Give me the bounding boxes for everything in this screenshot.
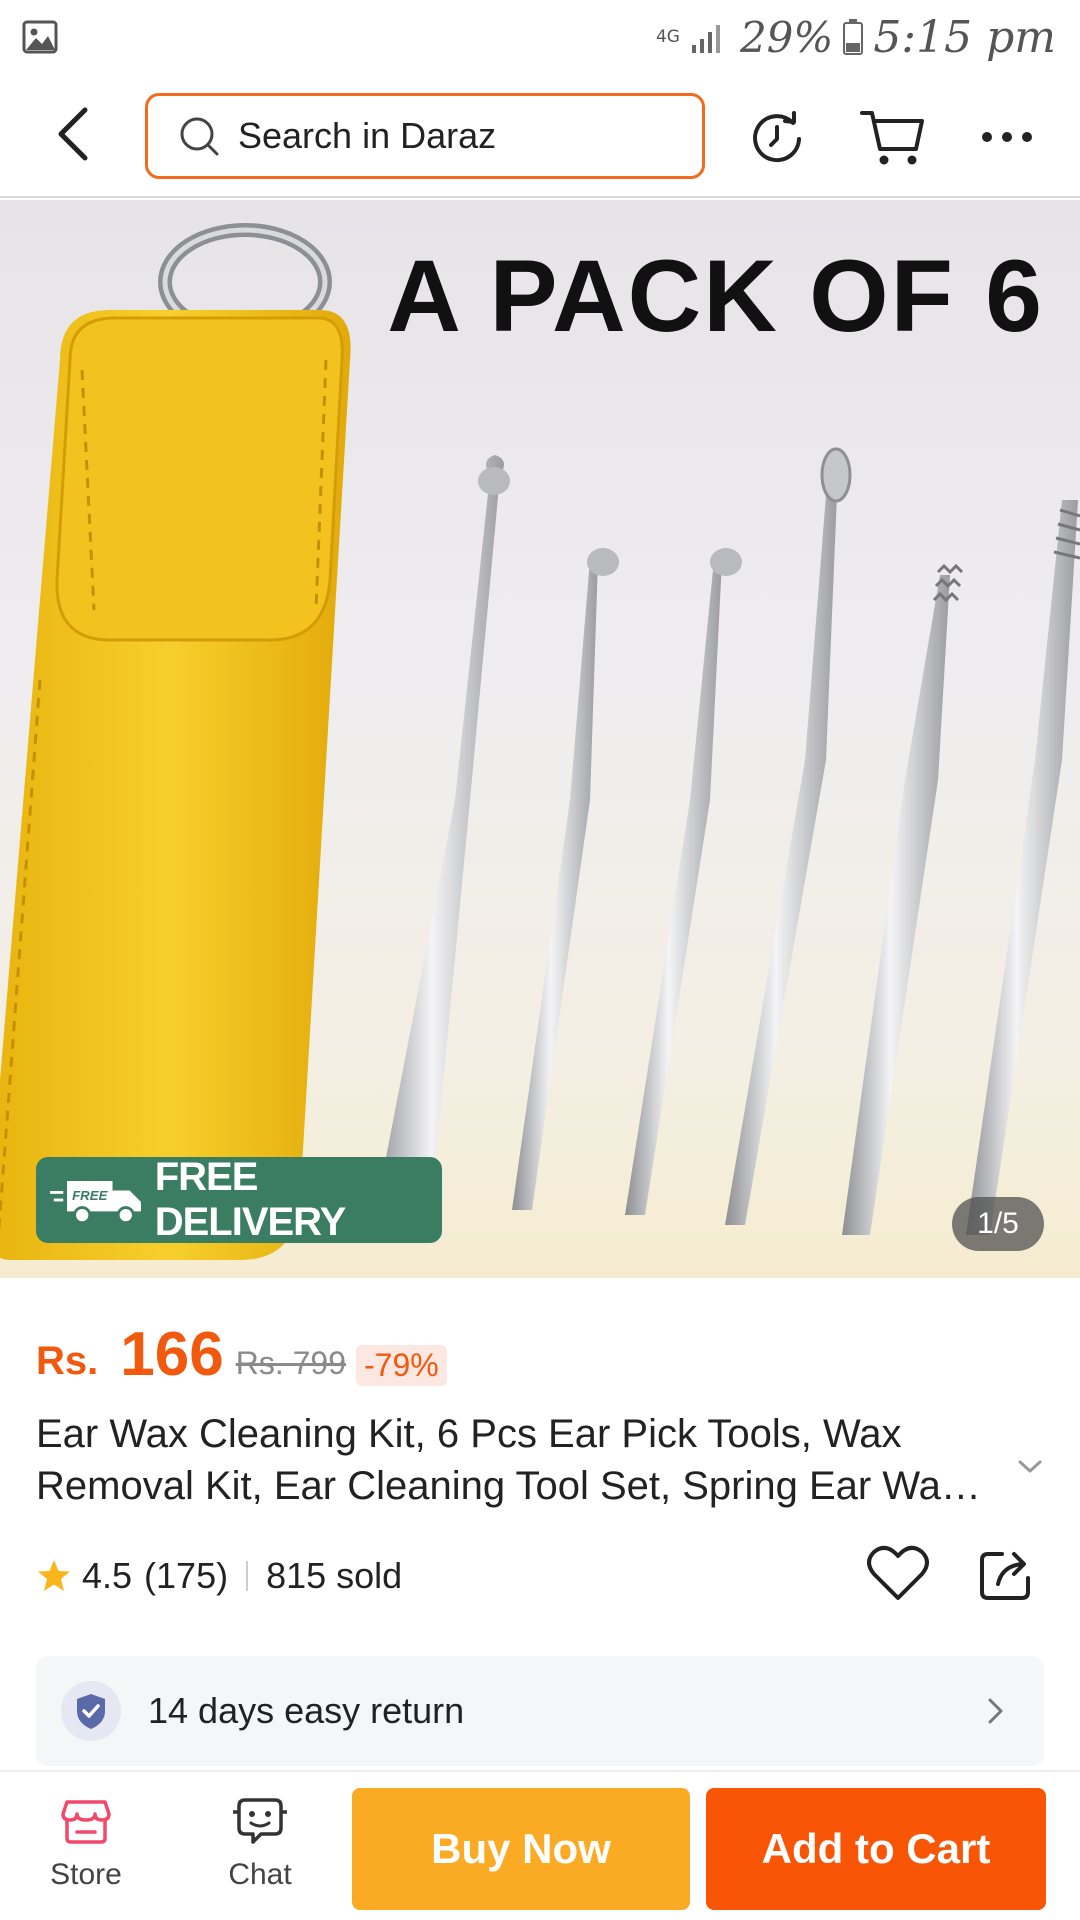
- original-price: Rs. 799: [235, 1345, 346, 1381]
- status-bar: 4G 29% 5:15 pm: [0, 0, 1080, 76]
- sold-count: 815 sold: [266, 1555, 403, 1596]
- add-to-cart-button[interactable]: Add to Cart: [706, 1788, 1046, 1910]
- current-price: 166: [120, 1320, 224, 1389]
- status-indicators: 4G 29% 5:15 pm: [655, 11, 1056, 63]
- return-policy-card[interactable]: 14 days easy return: [36, 1656, 1044, 1766]
- return-policy-text: 14 days easy return: [148, 1690, 465, 1731]
- network-type: 4G: [655, 27, 680, 47]
- heart-icon[interactable]: [866, 1544, 930, 1604]
- banner-text: A PACK OF 6: [387, 239, 1044, 353]
- store-icon: [61, 1800, 111, 1844]
- product-image-carousel[interactable]: A PACK OF 6 FREE FREE DELIVERY 1/5: [0, 200, 1080, 1278]
- free-delivery-badge: FREE FREE DELIVERY: [36, 1155, 442, 1244]
- battery-percent: 29%: [739, 12, 834, 62]
- signal-icon: [691, 25, 720, 53]
- star-icon: [38, 1560, 70, 1591]
- chevron-left-icon: [58, 107, 88, 161]
- currency-label: Rs.: [36, 1339, 99, 1383]
- share-icon[interactable]: [976, 1544, 1036, 1604]
- search-icon: [180, 117, 219, 156]
- cart-icon: [860, 111, 924, 165]
- history-button[interactable]: [742, 102, 812, 172]
- delivery-truck-icon: FREE: [50, 1181, 141, 1225]
- cart-button[interactable]: [858, 102, 928, 172]
- search-box[interactable]: [145, 93, 705, 179]
- clock: 5:15 pm: [873, 11, 1056, 63]
- store-button[interactable]: Store: [30, 1790, 142, 1910]
- more-options-button[interactable]: [972, 102, 1042, 172]
- history-icon: [753, 111, 801, 163]
- battery-icon: [843, 19, 864, 55]
- product-image: [0, 223, 1080, 1260]
- discount-badge: -79%: [355, 1345, 447, 1386]
- rating-divider: [246, 1561, 249, 1591]
- store-label: Store: [50, 1858, 122, 1891]
- shield-check-icon: [61, 1681, 121, 1741]
- chat-icon: [233, 1798, 287, 1844]
- more-horizontal-icon: [982, 132, 1032, 142]
- product-title: Ear Wax Cleaning Kit, 6 Pcs Ear Pick Too…: [36, 1412, 961, 1508]
- price-row: Rs. 166 Rs. 799 -79%: [36, 1310, 447, 1390]
- rating-count: (175): [144, 1555, 229, 1596]
- chevron-right-icon: [988, 1698, 1003, 1724]
- back-button[interactable]: [40, 96, 104, 172]
- rating-value: 4.5: [82, 1555, 133, 1596]
- chat-label: Chat: [228, 1858, 292, 1891]
- buy-now-button[interactable]: Buy Now: [352, 1788, 690, 1910]
- chat-button[interactable]: Chat: [204, 1790, 316, 1910]
- image-counter: 1/5: [952, 1197, 1044, 1251]
- bottom-action-bar: Store Chat Buy Now Add to Cart: [0, 1770, 1080, 1920]
- rating-row[interactable]: 4.5 (175) 815 sold: [36, 1548, 402, 1604]
- top-nav: [0, 76, 1080, 198]
- chevron-down-icon[interactable]: [1012, 1448, 1048, 1484]
- truck-badge-text: FREE: [72, 1188, 109, 1203]
- gallery-notification-icon: [22, 20, 58, 54]
- free-delivery-label: FREE DELIVERY: [154, 1155, 347, 1244]
- search-input[interactable]: [238, 115, 678, 157]
